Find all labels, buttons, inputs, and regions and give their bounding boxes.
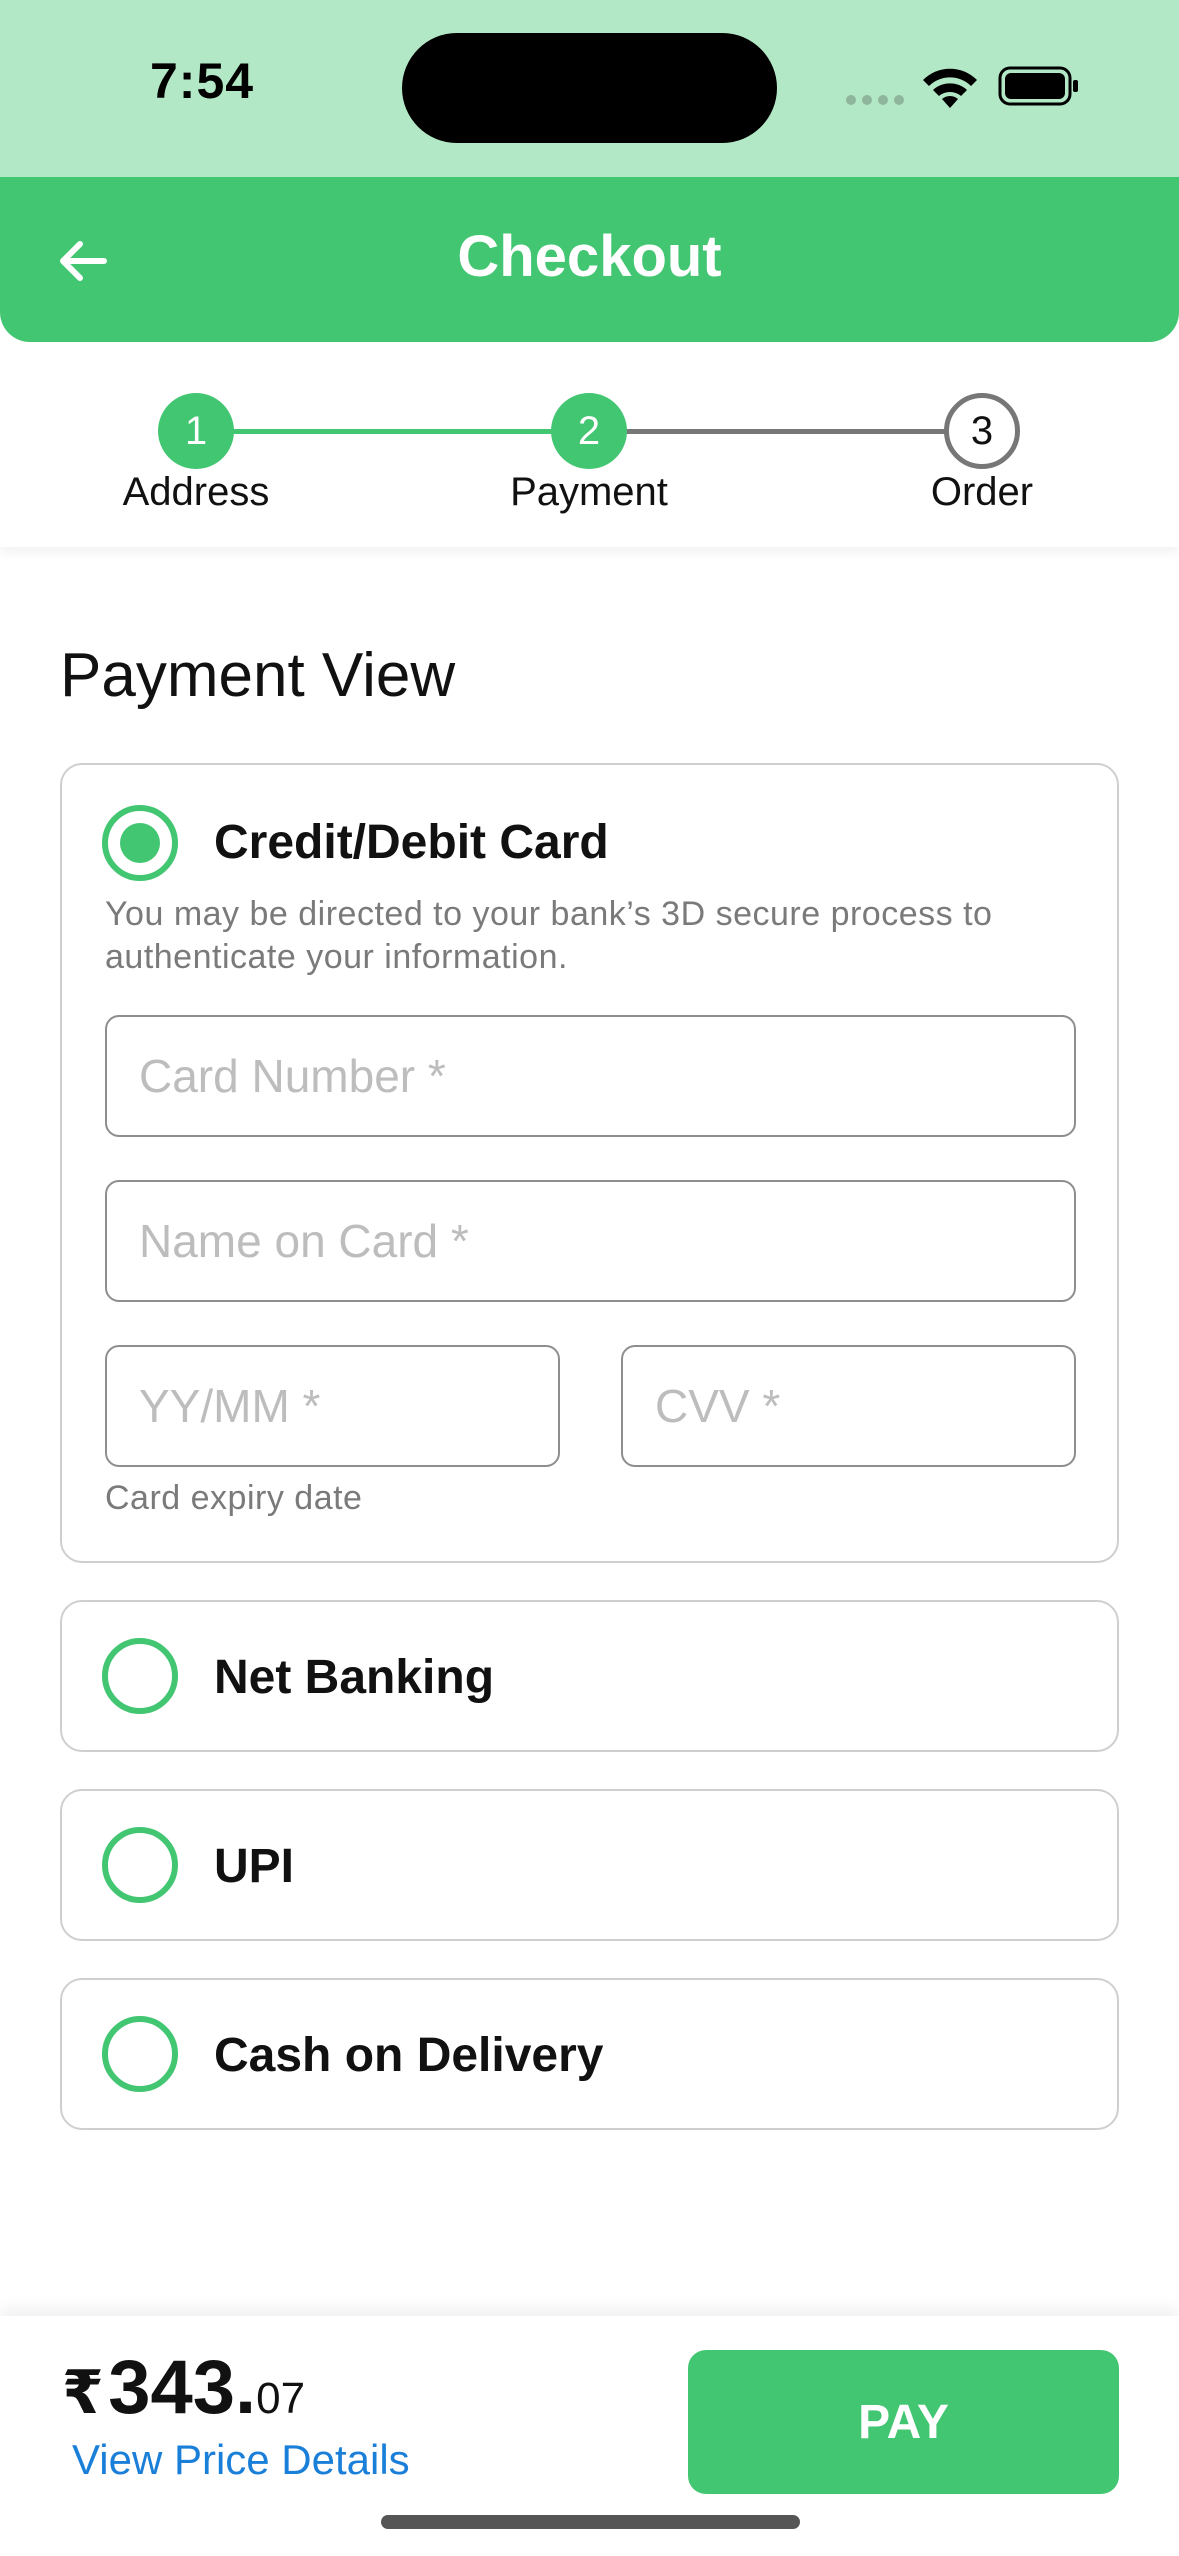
header-bar: Checkout — [0, 177, 1179, 342]
status-time: 7:54 — [150, 53, 255, 109]
step-1-label: Address — [122, 470, 270, 514]
radio-unselected-icon[interactable] — [102, 1827, 178, 1903]
radio-unselected-icon[interactable] — [102, 2016, 178, 2092]
option-label-net-banking: Net Banking — [214, 1651, 495, 1704]
name-on-card-input[interactable] — [105, 1180, 1076, 1302]
expiry-input[interactable] — [105, 1345, 560, 1467]
signal-dots-icon — [846, 95, 904, 105]
step-3-label: Order — [930, 470, 1034, 514]
step-2-circle: 2 — [551, 393, 627, 469]
step-connector-completed — [196, 429, 589, 434]
section-title: Payment View — [60, 641, 456, 710]
home-indicator[interactable] — [381, 2515, 800, 2529]
payment-option-net-banking[interactable]: Net Banking — [60, 1600, 1119, 1752]
status-bar: 7:54 — [0, 0, 1179, 177]
view-price-details-link[interactable]: View Price Details — [72, 2436, 410, 2484]
step-2-label: Payment — [510, 470, 668, 514]
option-label-card: Credit/Debit Card — [214, 816, 609, 869]
currency-symbol: ₹ — [62, 2359, 104, 2426]
price-decimal: 07 — [256, 2374, 306, 2423]
radio-dot — [120, 823, 160, 863]
expiry-helper-text: Card expiry date — [105, 1479, 363, 1517]
step-1-circle: 1 — [158, 393, 234, 469]
step-3-circle: 3 — [944, 393, 1020, 469]
option-label-upi: UPI — [214, 1840, 295, 1893]
pay-button[interactable]: PAY — [688, 2350, 1119, 2494]
dynamic-island — [402, 33, 777, 143]
payment-option-cod[interactable]: Cash on Delivery — [60, 1978, 1119, 2130]
payment-option-card[interactable]: Credit/Debit Card You may be directed to… — [60, 763, 1119, 1563]
card-number-input[interactable] — [105, 1015, 1076, 1137]
wifi-icon — [923, 68, 977, 108]
page-title: Checkout — [457, 224, 722, 289]
cvv-input[interactable] — [621, 1345, 1076, 1467]
checkout-stepper: 1 2 3 Address Payment Order — [0, 342, 1179, 547]
total-price: ₹ 343.07 — [62, 2344, 305, 2431]
radio-selected-icon[interactable] — [102, 805, 178, 881]
option-label-cod: Cash on Delivery — [214, 2029, 604, 2082]
payment-option-upi[interactable]: UPI — [60, 1789, 1119, 1941]
card-secure-note: You may be directed to your bank’s 3D se… — [105, 895, 993, 976]
price-whole: 343. — [108, 2345, 257, 2430]
battery-icon — [998, 66, 1078, 106]
step-connector-pending — [589, 429, 982, 434]
radio-unselected-icon[interactable] — [102, 1638, 178, 1714]
